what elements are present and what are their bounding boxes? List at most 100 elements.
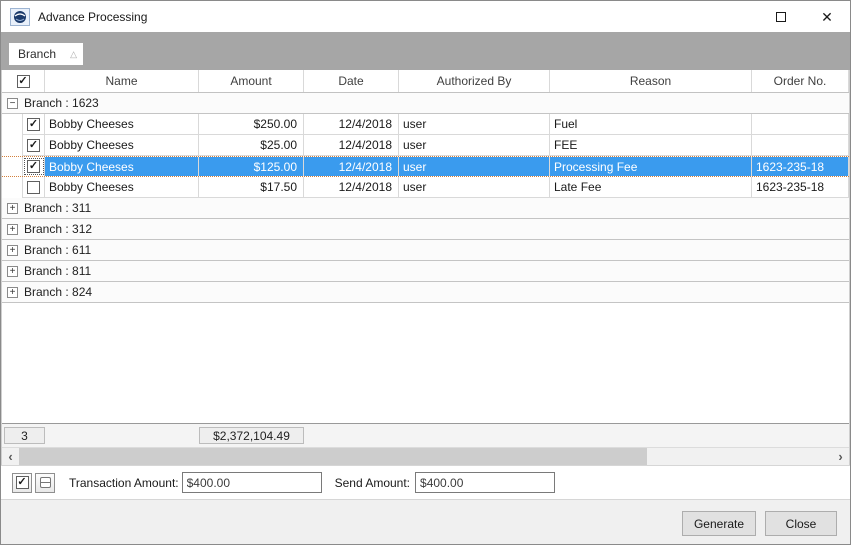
cell-authorized_by: user — [399, 135, 550, 156]
row-checkbox[interactable] — [27, 181, 40, 194]
summary-total-amount: $2,372,104.49 — [199, 427, 304, 444]
group-row[interactable]: + Branch : 312 — [2, 219, 849, 240]
scroll-left-icon[interactable]: ‹ — [2, 448, 19, 465]
expand-icon[interactable]: + — [7, 224, 18, 235]
group-row[interactable]: + Branch : 824 — [2, 282, 849, 303]
check-all-checkbox: ✓ — [16, 476, 29, 489]
group-label: Branch : 311 — [24, 201, 91, 215]
column-header-authorized-by[interactable]: Authorized By — [399, 70, 550, 92]
row-checkbox-cell: ✓ — [23, 114, 45, 135]
group-row[interactable]: + Branch : 311 — [2, 198, 849, 219]
grid-body: −Branch : 1623✓Bobby Cheeses$250.0012/4/… — [2, 93, 849, 423]
column-header-date[interactable]: Date — [304, 70, 399, 92]
window-title: Advance Processing — [38, 10, 147, 24]
group-by-panel: Branch △ — [1, 32, 850, 70]
app-icon — [10, 8, 30, 26]
cell-authorized_by: user — [399, 177, 550, 198]
cell-date: 12/4/2018 — [304, 177, 399, 198]
group-label: Branch : 824 — [24, 285, 92, 299]
group-indent — [2, 157, 23, 176]
row-checkbox-cell — [23, 177, 45, 198]
cell-date: 12/4/2018 — [304, 157, 399, 176]
grid-row[interactable]: ✓ Bobby Cheeses$25.0012/4/2018userFEE — [2, 135, 849, 156]
cell-authorized_by: user — [399, 114, 550, 135]
maximize-icon — [776, 12, 786, 22]
summary-selected-count: 3 — [4, 427, 45, 444]
expand-icon[interactable]: + — [7, 266, 18, 277]
button-bar: Generate Close — [1, 500, 850, 544]
scroll-right-icon[interactable]: › — [832, 448, 849, 465]
expand-icon[interactable]: + — [7, 203, 18, 214]
row-checkbox[interactable]: ✓ — [27, 139, 40, 152]
row-checkbox-cell: ✓ — [23, 135, 45, 156]
column-header-name[interactable]: Name — [45, 70, 199, 92]
row-checkbox[interactable]: ✓ — [27, 160, 40, 173]
grid-row[interactable]: Bobby Cheeses$17.5012/4/2018userLate Fee… — [2, 177, 849, 198]
transaction-panel: ✓ Transaction Amount: Send Amount: — [1, 465, 850, 500]
cell-order_no — [752, 114, 849, 135]
group-indent — [2, 135, 23, 156]
column-header-order-no[interactable]: Order No. — [752, 70, 849, 92]
cell-reason: FEE — [550, 135, 752, 156]
cell-amount: $250.00 — [199, 114, 304, 135]
horizontal-scrollbar[interactable]: ‹ › — [2, 447, 849, 465]
group-row[interactable]: −Branch : 1623 — [2, 93, 849, 114]
cell-amount: $125.00 — [199, 157, 304, 176]
cell-reason: Processing Fee — [550, 157, 752, 176]
cell-name: Bobby Cheeses — [45, 177, 199, 198]
grid-row[interactable]: ✓ Bobby Cheeses$250.0012/4/2018userFuel — [2, 114, 849, 135]
cell-name: Bobby Cheeses — [45, 157, 199, 176]
generate-button[interactable]: Generate — [682, 511, 756, 536]
group-indent — [2, 177, 23, 198]
group-indent — [2, 114, 23, 135]
cell-name: Bobby Cheeses — [45, 114, 199, 135]
sort-ascending-icon: △ — [70, 49, 77, 60]
group-label: Branch : 1623 — [24, 96, 99, 110]
summary-row: 3 $2,372,104.49 — [2, 423, 849, 447]
cell-order_no — [752, 135, 849, 156]
collapse-icon[interactable]: − — [7, 98, 18, 109]
cell-authorized_by: user — [399, 157, 550, 176]
cell-reason: Late Fee — [550, 177, 752, 198]
close-button[interactable]: ✕ — [804, 1, 850, 32]
group-label: Branch : 611 — [24, 243, 91, 257]
advances-grid: ✓ Name Amount Date Authorized By Reason … — [1, 70, 850, 465]
select-all-checkbox[interactable]: ✓ — [17, 75, 30, 88]
grid-row[interactable]: ✓ Bobby Cheeses$125.0012/4/2018userProces… — [2, 156, 849, 177]
row-checkbox[interactable]: ✓ — [27, 118, 40, 131]
cell-date: 12/4/2018 — [304, 114, 399, 135]
cell-date: 12/4/2018 — [304, 135, 399, 156]
transaction-amount-input[interactable] — [182, 472, 322, 493]
cell-order_no: 1623-235-18 — [752, 157, 849, 176]
uncheck-all-button[interactable] — [35, 473, 55, 493]
cell-reason: Fuel — [550, 114, 752, 135]
cell-amount: $25.00 — [199, 135, 304, 156]
column-header-amount[interactable]: Amount — [199, 70, 304, 92]
close-dialog-button[interactable]: Close — [765, 511, 837, 536]
expand-icon[interactable]: + — [7, 287, 18, 298]
group-row[interactable]: + Branch : 611 — [2, 240, 849, 261]
select-all-header-cell: ✓ — [2, 70, 45, 92]
row-checkbox-cell: ✓ — [23, 157, 45, 176]
advance-processing-window: Advance Processing ✕ Branch △ ✓ Name Amo… — [0, 0, 851, 545]
transaction-amount-label: Transaction Amount: — [69, 476, 179, 490]
group-row[interactable]: + Branch : 811 — [2, 261, 849, 282]
grid-header: ✓ Name Amount Date Authorized By Reason … — [2, 70, 849, 93]
send-amount-input[interactable] — [415, 472, 555, 493]
send-amount-label: Send Amount: — [335, 476, 410, 490]
title-bar: Advance Processing ✕ — [1, 1, 850, 32]
cell-amount: $17.50 — [199, 177, 304, 198]
scrollbar-thumb[interactable] — [19, 448, 647, 465]
column-header-reason[interactable]: Reason — [550, 70, 752, 92]
cell-order_no: 1623-235-18 — [752, 177, 849, 198]
maximize-button[interactable] — [758, 1, 804, 32]
expand-icon[interactable]: + — [7, 245, 18, 256]
check-all-button[interactable]: ✓ — [12, 473, 32, 493]
close-icon: ✕ — [821, 10, 833, 24]
group-label: Branch : 312 — [24, 222, 92, 236]
group-field-branch[interactable]: Branch △ — [9, 43, 83, 65]
cell-name: Bobby Cheeses — [45, 135, 199, 156]
window-controls: ✕ — [758, 1, 850, 32]
uncheck-all-icon — [40, 477, 51, 488]
group-label: Branch : 811 — [24, 264, 91, 278]
